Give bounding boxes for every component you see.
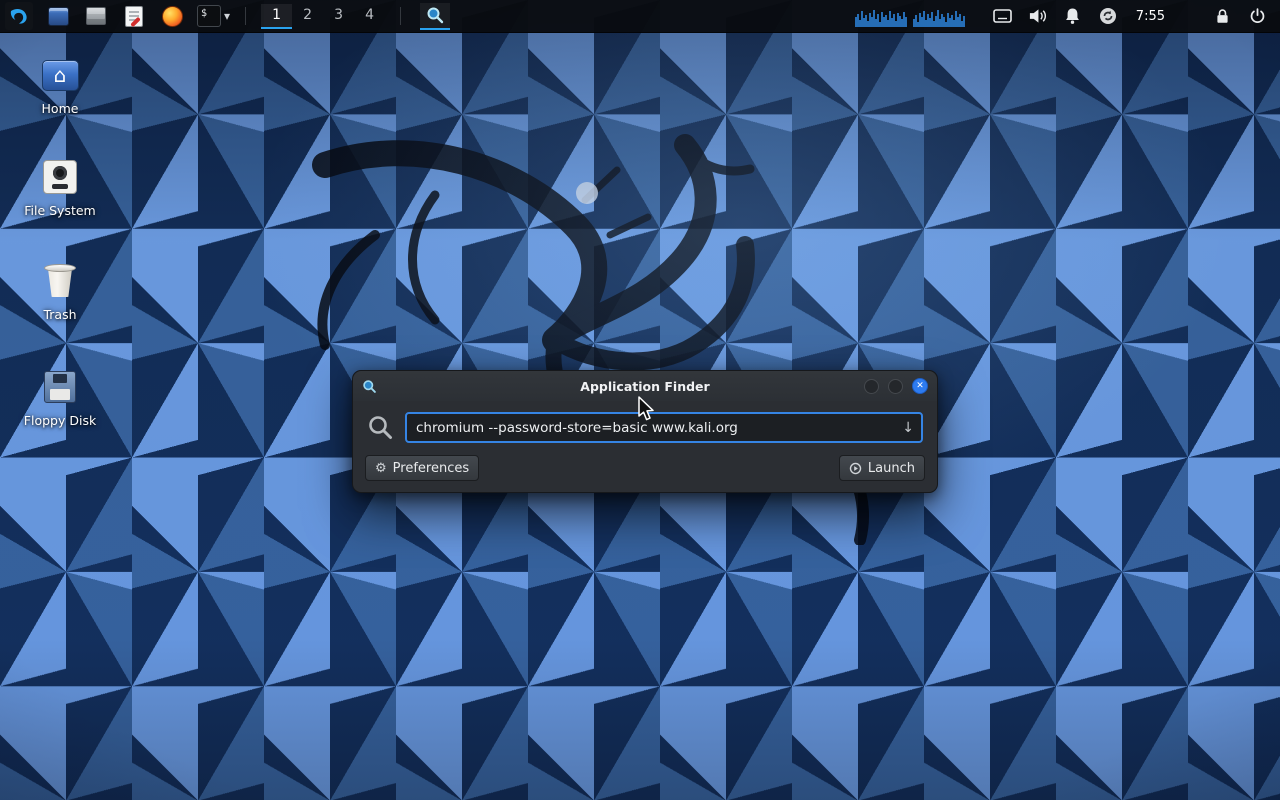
workspace-switcher: 1 2 3 4: [261, 4, 385, 29]
panel-right-group: 7:55: [855, 4, 1280, 28]
keyboard-indicator-icon[interactable]: [992, 4, 1014, 28]
application-finder-icon: [426, 6, 444, 24]
kali-logo-icon: [9, 6, 29, 26]
minimize-button[interactable]: [864, 379, 879, 394]
workspace-1[interactable]: 1: [261, 4, 292, 29]
launch-button-label: Launch: [868, 461, 915, 476]
panel-separator: [400, 7, 401, 25]
text-editor-launcher[interactable]: [121, 3, 147, 29]
files-icon: [86, 7, 106, 25]
launch-button[interactable]: Launch: [839, 455, 925, 481]
desktop-icon-label: Floppy Disk: [16, 413, 104, 428]
search-row: ↓: [365, 410, 925, 443]
file-system-icon: [43, 160, 77, 194]
notifications-bell-icon[interactable]: [1062, 4, 1084, 28]
titlebar[interactable]: Application Finder ✕: [353, 371, 937, 401]
lock-screen-icon[interactable]: [1211, 4, 1233, 28]
firefox-launcher[interactable]: [159, 3, 185, 29]
workspace-3[interactable]: 3: [323, 4, 354, 29]
text-editor-icon: [125, 6, 143, 27]
file-manager-launcher[interactable]: [45, 3, 71, 29]
finder-body: ↓ ⚙ Preferences Launch: [353, 401, 937, 492]
history-dropdown-arrow-icon[interactable]: ↓: [902, 420, 914, 436]
terminal-launcher[interactable]: $ ▾: [197, 5, 230, 27]
kali-menu-icon[interactable]: [5, 2, 33, 30]
search-input[interactable]: [416, 420, 896, 436]
desktop-icon-label: File System: [16, 203, 104, 218]
button-row: ⚙ Preferences Launch: [365, 455, 925, 481]
panel-left-group: $ ▾ 1 2 3 4: [0, 2, 450, 30]
logout-power-icon[interactable]: [1246, 4, 1268, 28]
updates-status-icon[interactable]: [1097, 4, 1119, 28]
workspace-2[interactable]: 2: [292, 4, 323, 29]
desktop-icon-file-system[interactable]: File System: [16, 158, 104, 218]
system-monitor-graphs: [855, 5, 965, 27]
close-button[interactable]: ✕: [912, 378, 928, 394]
desktop-icon-home[interactable]: ⌂ Home: [16, 56, 104, 116]
taskbar-application-finder-button[interactable]: [420, 3, 450, 30]
floppy-disk-icon: [44, 371, 76, 403]
desktop-icon-floppy-disk[interactable]: Floppy Disk: [16, 368, 104, 428]
home-icon: ⌂: [42, 60, 79, 91]
panel-clock[interactable]: 7:55: [1136, 9, 1165, 24]
window-app-icon: [362, 379, 377, 394]
gear-icon: ⚙: [375, 462, 387, 475]
desktop-icon-label: Trash: [16, 307, 104, 322]
files-launcher[interactable]: [83, 3, 109, 29]
cpu-graph-icon[interactable]: [855, 5, 907, 27]
preferences-button[interactable]: ⚙ Preferences: [365, 455, 479, 481]
search-entry: ↓: [405, 412, 923, 443]
window-title: Application Finder: [353, 379, 937, 394]
firefox-icon: [162, 6, 183, 27]
file-manager-icon: [48, 7, 69, 26]
terminal-icon: $: [197, 5, 221, 27]
network-graph-icon[interactable]: [913, 5, 965, 27]
desktop-screen: $ ▾ 1 2 3 4: [0, 0, 1280, 800]
desktop-icon-label: Home: [16, 101, 104, 116]
window-controls: ✕: [864, 378, 928, 394]
top-panel: $ ▾ 1 2 3 4: [0, 0, 1280, 33]
application-finder-window: Application Finder ✕ ↓: [352, 370, 938, 493]
launch-run-icon: [849, 462, 862, 475]
maximize-button[interactable]: [888, 379, 903, 394]
workspace-4[interactable]: 4: [354, 4, 385, 29]
search-icon: [367, 414, 394, 441]
volume-icon[interactable]: [1027, 4, 1049, 28]
preferences-button-label: Preferences: [393, 461, 469, 476]
trash-icon: [45, 264, 75, 298]
desktop-icon-trash[interactable]: Trash: [16, 262, 104, 322]
terminal-dropdown-chevron-icon[interactable]: ▾: [224, 10, 230, 22]
panel-separator: [245, 7, 246, 25]
